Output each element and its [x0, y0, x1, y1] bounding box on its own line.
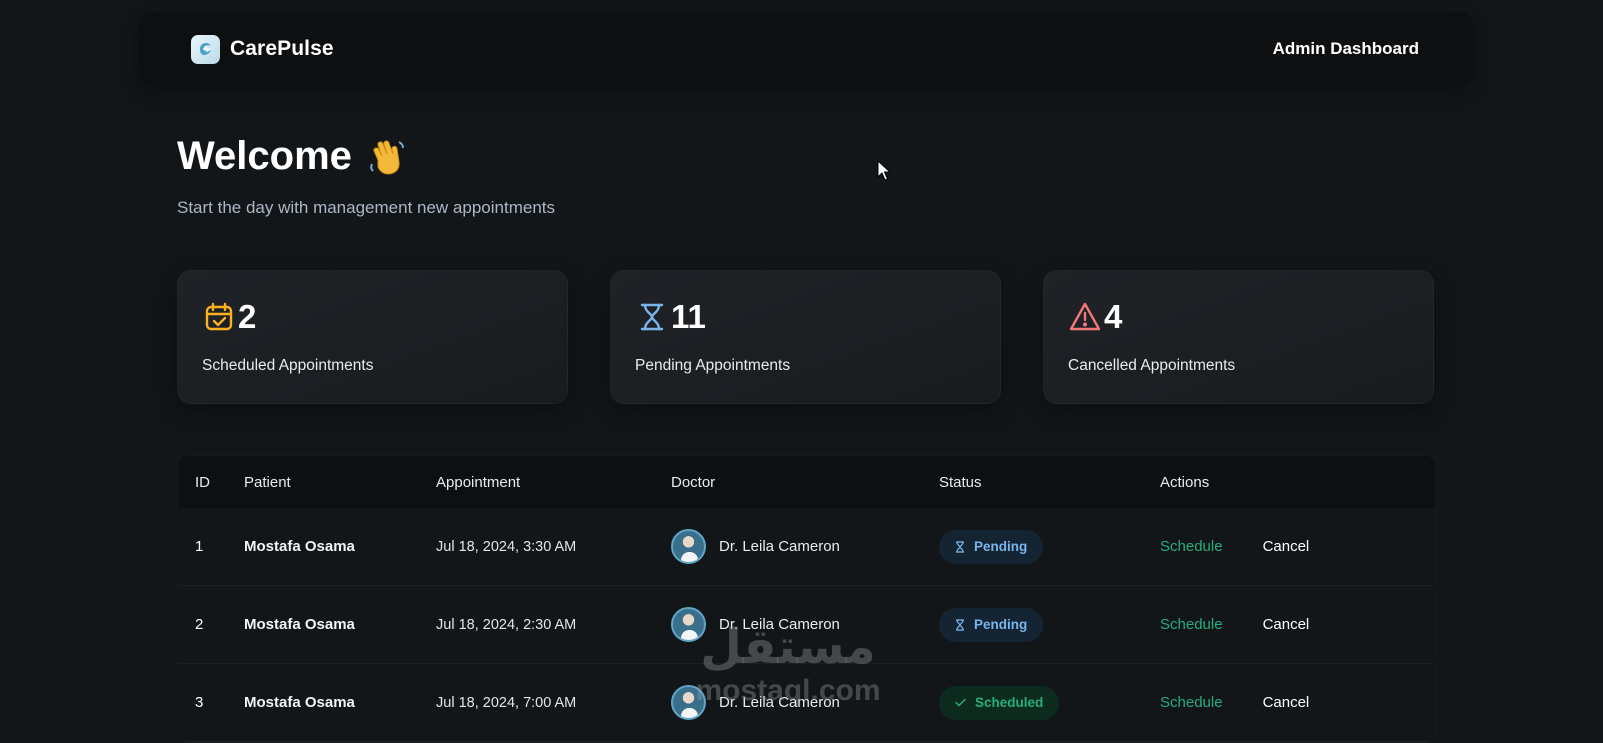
doctor-avatar	[671, 685, 706, 720]
check-icon	[955, 698, 966, 707]
status-badge: Pending	[939, 607, 1044, 642]
page-title: Admin Dashboard	[1272, 39, 1419, 58]
cancelled-label: Cancelled Appointments	[1068, 357, 1236, 374]
row-appointment: Jul 18, 2024, 7:00 AM	[436, 694, 577, 711]
brand[interactable]: CarePulse	[191, 34, 334, 64]
row-doctor: Dr. Leila Cameron	[671, 685, 939, 720]
row-id: 3	[195, 694, 204, 711]
table-row: 3 Mostafa Osama Jul 18, 2024, 7:00 AM Dr…	[178, 664, 1435, 742]
row-patient: Mostafa Osama	[244, 616, 355, 633]
schedule-button[interactable]: Schedule	[1160, 694, 1223, 711]
header-appointment: Appointment	[436, 473, 521, 491]
carepulse-logo-icon	[191, 34, 220, 64]
row-actions: Schedule Cancel	[1160, 538, 1309, 555]
row-actions: Schedule Cancel	[1160, 694, 1309, 711]
pending-label: Pending Appointments	[635, 357, 791, 374]
hourglass-icon	[956, 618, 964, 631]
table-row: 1 Mostafa Osama Jul 18, 2024, 3:30 AM Dr…	[178, 508, 1435, 586]
welcome-title: Welcome	[177, 134, 352, 178]
pending-count: 11	[671, 298, 706, 335]
row-patient: Mostafa Osama	[244, 538, 355, 555]
row-status: Pending	[939, 529, 1160, 564]
status-badge: Scheduled	[939, 685, 1060, 720]
status-text: Pending	[974, 617, 1028, 632]
status-badge: Pending	[939, 529, 1044, 564]
header-id: ID	[195, 473, 210, 491]
stat-card-scheduled: 2 Scheduled Appointments	[177, 270, 568, 404]
row-status: Pending	[939, 607, 1160, 642]
status-text: Scheduled	[975, 695, 1044, 710]
table-header: ID Patient Appointment Doctor Status Act…	[178, 456, 1435, 508]
doctor-name: Dr. Leila Cameron	[719, 694, 840, 711]
header-status: Status	[939, 473, 982, 491]
mouse-cursor-icon	[877, 160, 891, 181]
schedule-button[interactable]: Schedule	[1160, 538, 1223, 555]
status-text: Pending	[974, 539, 1028, 554]
row-doctor: Dr. Leila Cameron	[671, 529, 939, 564]
schedule-button[interactable]: Schedule	[1160, 616, 1223, 633]
row-status: Scheduled	[939, 685, 1160, 720]
row-doctor: Dr. Leila Cameron	[671, 607, 939, 642]
header-patient: Patient	[244, 473, 291, 491]
brand-name: CarePulse	[230, 37, 334, 60]
cancelled-count: 4	[1104, 298, 1123, 335]
warning-triangle-icon	[1068, 300, 1102, 334]
cancel-button[interactable]: Cancel	[1263, 694, 1310, 711]
cancel-button[interactable]: Cancel	[1263, 616, 1310, 633]
welcome-heading: Welcome	[177, 134, 408, 179]
scheduled-count: 2	[238, 298, 257, 335]
row-appointment: Jul 18, 2024, 3:30 AM	[436, 538, 577, 555]
calendar-check-icon	[202, 300, 236, 334]
row-patient: Mostafa Osama	[244, 694, 355, 711]
waving-hand-icon	[366, 136, 408, 178]
cancel-button[interactable]: Cancel	[1263, 538, 1310, 555]
doctor-name: Dr. Leila Cameron	[719, 538, 840, 555]
row-appointment: Jul 18, 2024, 2:30 AM	[436, 616, 577, 633]
top-header: CarePulse Admin Dashboard	[139, 12, 1473, 86]
hourglass-icon	[635, 300, 669, 334]
scheduled-label: Scheduled Appointments	[202, 357, 374, 374]
stat-card-pending: 11 Pending Appointments	[610, 270, 1001, 404]
welcome-subtitle: Start the day with management new appoin…	[177, 198, 555, 217]
header-actions: Actions	[1160, 473, 1210, 491]
row-id: 2	[195, 616, 204, 633]
doctor-name: Dr. Leila Cameron	[719, 616, 840, 633]
table-row: 2 Mostafa Osama Jul 18, 2024, 2:30 AM Dr…	[178, 586, 1435, 664]
stats-cards: 2 Scheduled Appointments 11 Pending Appo…	[177, 270, 1434, 404]
doctor-avatar	[671, 607, 706, 642]
appointments-table: ID Patient Appointment Doctor Status Act…	[177, 455, 1436, 743]
doctor-avatar	[671, 529, 706, 564]
row-actions: Schedule Cancel	[1160, 616, 1309, 633]
hourglass-icon	[956, 540, 964, 553]
header-doctor: Doctor	[671, 473, 716, 491]
stat-card-cancelled: 4 Cancelled Appointments	[1043, 270, 1434, 404]
row-id: 1	[195, 538, 204, 555]
